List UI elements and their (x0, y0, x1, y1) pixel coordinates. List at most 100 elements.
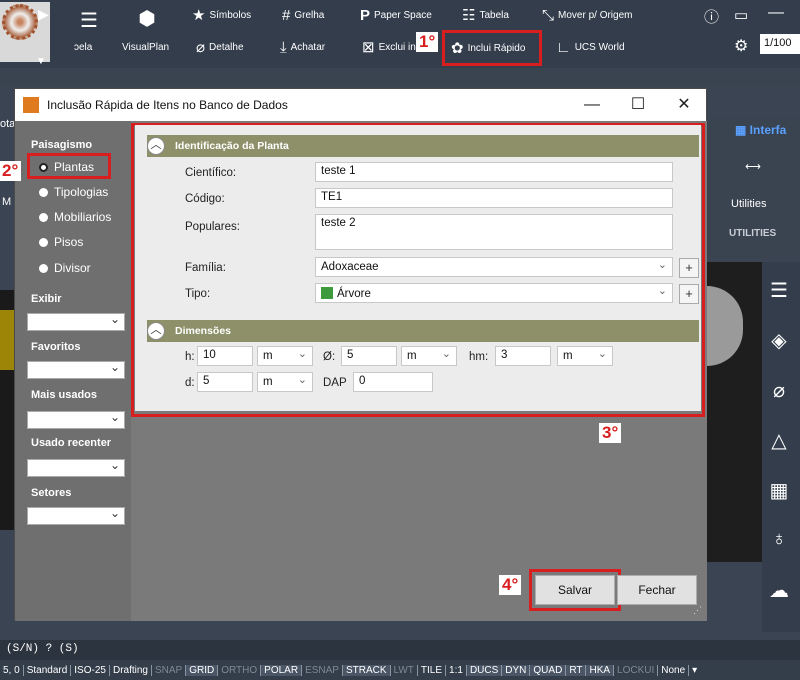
add-familia-button[interactable]: + (679, 258, 699, 278)
minimize-icon[interactable]: — (768, 4, 784, 22)
exibir-select[interactable] (27, 312, 125, 331)
fechar-button[interactable]: Fechar (617, 575, 697, 605)
paperclip-icon[interactable]: ⌀ (764, 378, 794, 403)
maximize-button[interactable]: ☐ (615, 89, 661, 121)
collapse-up-icon[interactable]: ︿ (147, 137, 165, 155)
exclude-icon: ⊠ (362, 39, 375, 56)
ucs-icon: ∟ (556, 39, 571, 56)
diameter-input[interactable]: 5 (341, 346, 397, 366)
usado-recente-heading: Usado recenter (31, 437, 112, 449)
utilities-tab[interactable]: UTILITIES (729, 228, 776, 239)
sliders-icon[interactable]: ☰ (764, 278, 794, 303)
hka-toggle[interactable]: HKA (586, 664, 615, 676)
minimize-button[interactable]: — (569, 89, 615, 121)
salvar-button[interactable]: Salvar (535, 575, 615, 605)
workspace[interactable]: Drafting (110, 664, 152, 676)
gear-icon[interactable]: ⚙ (734, 36, 748, 56)
diameter-unit-select[interactable]: m ⌄ (401, 346, 457, 366)
category-panel: Paisagismo 2° Plantas Tipologias Mobilia… (0, 121, 131, 621)
visualplan-icon[interactable]: ⬢ (132, 6, 162, 32)
radio-tipologias[interactable]: Tipologias (39, 185, 108, 199)
paper-space-icon: P (360, 7, 371, 24)
mover-origem-button[interactable]: ⤡ Mover p/ Origem (542, 8, 632, 23)
annotation-scale[interactable]: None (658, 664, 690, 676)
resize-grip-icon[interactable]: ⋰ (693, 605, 702, 616)
usado-recente-select[interactable] (27, 458, 125, 477)
codigo-input[interactable]: TE1 (315, 188, 673, 208)
ucs-world-button[interactable]: ∟ UCS World (556, 40, 625, 55)
grid-toggle[interactable]: GRID (186, 664, 219, 676)
interface-tab[interactable]: ▦ Interfa (735, 123, 786, 137)
hm-unit-select[interactable]: m ⌄ (557, 346, 613, 366)
close-button[interactable]: ✕ (661, 89, 707, 121)
tabela-button[interactable]: ☷ Tabela (462, 8, 509, 23)
favoritos-select[interactable] (27, 360, 125, 379)
command-line[interactable]: (S/N) ? (S) (0, 640, 800, 660)
grid-icon: # (282, 7, 291, 24)
esnap-toggle[interactable]: ESNAP (302, 664, 343, 676)
grelha-button[interactable]: # Grelha (282, 8, 324, 23)
scale-toggle[interactable]: 1:1 (446, 664, 467, 676)
dyn-toggle[interactable]: DYN (502, 664, 531, 676)
simbolos-button[interactable]: ★ Símbolos (192, 8, 251, 23)
add-tipo-button[interactable]: + (679, 284, 699, 304)
tipo-label: Tipo: (185, 288, 211, 300)
move-origin-icon: ⤡ (542, 7, 555, 24)
hm-input[interactable]: 3 (495, 346, 551, 366)
draft-icon[interactable]: △ (764, 428, 794, 453)
polar-toggle[interactable]: POLAR (261, 664, 303, 676)
radio-divisor[interactable]: Divisor (39, 261, 91, 275)
right-ribbon-fragment: ▦ Interfa ⟷ Utilities UTILITIES (707, 118, 800, 258)
tipo-select[interactable]: Árvore ⌄ (315, 283, 673, 303)
utilities-button[interactable]: Utilities (731, 198, 766, 210)
strack-toggle[interactable]: STRACK (342, 664, 391, 676)
paisagismo-heading: Paisagismo (31, 139, 93, 151)
d-input[interactable]: 5 (197, 372, 253, 392)
populares-input[interactable]: teste 2 (315, 214, 673, 250)
text-style[interactable]: Standard (24, 664, 72, 676)
familia-select[interactable]: Adoxaceae ⌄ (315, 257, 673, 277)
h-input[interactable]: 10 (197, 346, 253, 366)
monitor-icon[interactable]: ▭ (734, 6, 748, 24)
quad-toggle[interactable]: QUAD (530, 664, 567, 676)
interface-label: Interfa (749, 123, 787, 137)
lwt-toggle[interactable]: LWT (391, 664, 418, 676)
radio-mobiliarios[interactable]: Mobiliarios (39, 210, 111, 224)
blocks-icon[interactable]: ▦ (764, 478, 794, 503)
tile-toggle[interactable]: TILE (418, 664, 447, 676)
dim-style[interactable]: ISO-25 (71, 664, 110, 676)
radio-plantas[interactable]: Plantas (39, 160, 94, 174)
menu-lines-icon[interactable]: ☰ (80, 8, 98, 33)
detalhe-button[interactable]: ⌀ Detalhe (196, 40, 244, 55)
cientifico-input[interactable]: teste 1 (315, 162, 673, 182)
visualplan-button[interactable]: VisualPlan (122, 42, 169, 53)
mais-usados-select[interactable] (27, 410, 125, 429)
balloon-icon[interactable]: ♁ (764, 528, 794, 551)
navigation-wheel[interactable] (707, 286, 743, 366)
status-menu-icon[interactable]: ▾ (689, 665, 700, 676)
lockui-toggle[interactable]: LOCKUI (614, 664, 659, 676)
exclui-button[interactable]: ⊠ Exclui in (362, 40, 416, 55)
step-3-marker: 3° (599, 423, 622, 443)
dap-input[interactable]: 0 (353, 372, 433, 392)
radio-pisos[interactable]: Pisos (39, 235, 83, 249)
layers-icon[interactable]: ◈ (764, 328, 794, 353)
familia-label: Família: (185, 262, 226, 274)
d-unit-select[interactable]: m ⌄ (257, 372, 313, 392)
rt-toggle[interactable]: RT (566, 664, 587, 676)
setores-select[interactable] (27, 506, 125, 525)
help-icon[interactable]: ⓘ (704, 6, 719, 27)
radio-dot (39, 187, 48, 197)
ortho-toggle[interactable]: ORTHO (218, 664, 262, 676)
h-unit-select[interactable]: m ⌄ (257, 346, 313, 366)
cloud-upload-icon[interactable]: ☁ (764, 578, 794, 603)
snap-toggle[interactable]: SNAP (152, 664, 187, 676)
inclui-rapido-button[interactable]: ✿ Inclui Rápido (442, 30, 542, 66)
scale-field[interactable]: 1/100 (760, 34, 800, 54)
drawing-canvas-left (0, 290, 14, 530)
achatar-button[interactable]: ⤓ Achatar (280, 40, 325, 55)
collapse-up-icon[interactable]: ︿ (147, 322, 165, 340)
paper-space-button[interactable]: P Paper Space (360, 8, 432, 23)
block-preview-thumbnail[interactable]: ▶ ▼ (0, 2, 50, 67)
ducs-toggle[interactable]: DUCS (466, 664, 503, 676)
